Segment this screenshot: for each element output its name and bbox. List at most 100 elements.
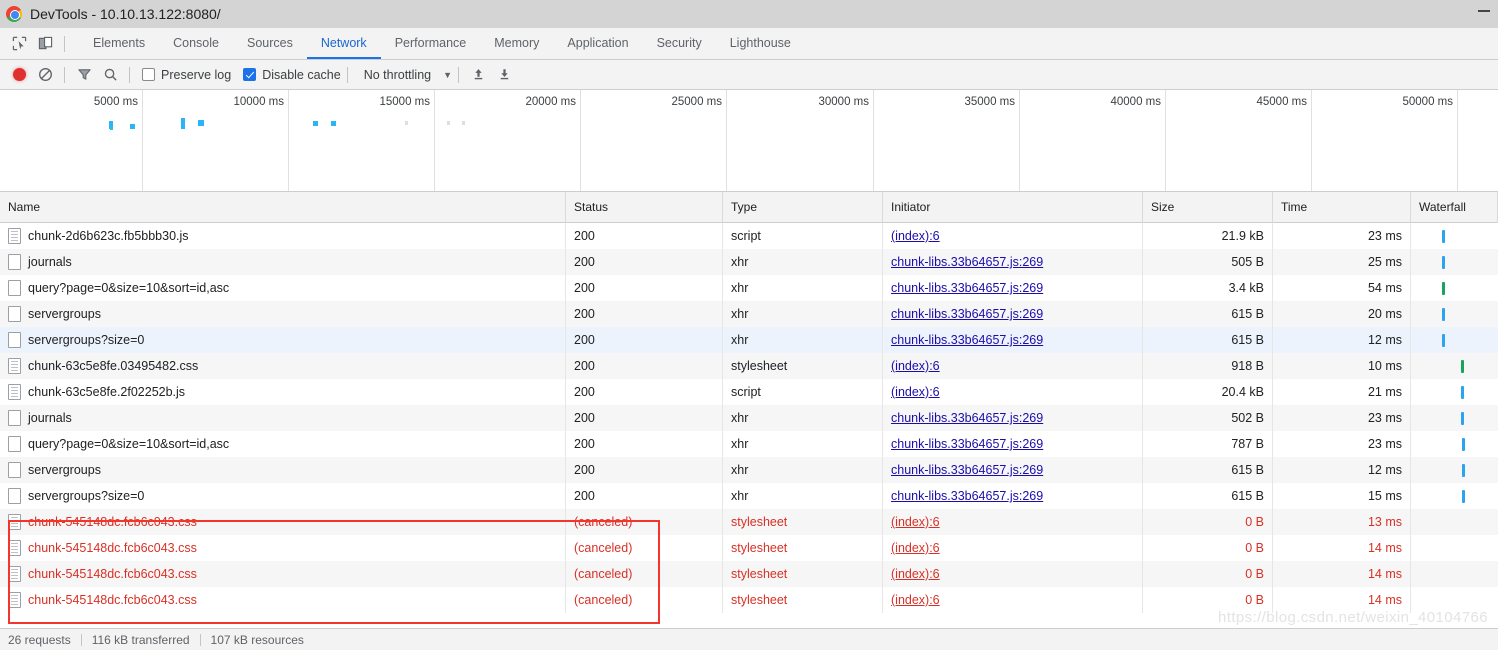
document-blank-icon (8, 280, 21, 296)
initiator-link[interactable]: (index):6 (891, 541, 940, 555)
cell-initiator: (index):6 (883, 561, 1143, 587)
cell-size-value: 0 B (1245, 515, 1264, 529)
table-row[interactable]: servergroups?size=0 200 xhr chunk-libs.33b6… (0, 327, 1498, 353)
cell-time: 21 ms (1273, 379, 1411, 405)
cell-type: xhr (723, 405, 883, 431)
device-toolbar-icon[interactable] (32, 31, 58, 57)
request-name: servergroups?size=0 (28, 489, 145, 503)
tab-sources[interactable]: Sources (233, 28, 307, 59)
initiator-link[interactable]: (index):6 (891, 385, 940, 399)
request-name: servergroups?size=0 (28, 333, 145, 347)
cell-time: 14 ms (1273, 535, 1411, 561)
waterfall-bar (1461, 386, 1464, 399)
disable-cache-checkbox[interactable]: Disable cache (243, 68, 341, 82)
preserve-log-label: Preserve log (161, 67, 232, 82)
cell-type-value: stylesheet (731, 359, 788, 373)
request-name: chunk-545148dc.fcb6c043.css (28, 567, 197, 581)
column-header-name[interactable]: Name (0, 191, 566, 223)
cell-status-value: (canceled) (574, 515, 633, 529)
timeline-tick-label: 20000 ms (525, 96, 576, 108)
waterfall-bar (1461, 412, 1464, 425)
cell-name: chunk-545148dc.fcb6c043.css (0, 587, 566, 613)
initiator-link[interactable]: chunk-libs.33b64657.js:269 (891, 463, 1043, 477)
cell-status: (canceled) (566, 587, 723, 613)
cell-time: 23 ms (1273, 431, 1411, 457)
table-row[interactable]: chunk-545148dc.fcb6c043.css (canceled) sty… (0, 535, 1498, 561)
search-icon[interactable] (97, 62, 123, 88)
waterfall-bar (1442, 256, 1445, 269)
table-row[interactable]: chunk-63c5e8fe.03495482.css 200 stylesheet… (0, 353, 1498, 379)
cell-type: script (723, 223, 883, 249)
document-lined-icon (8, 514, 21, 530)
initiator-link[interactable]: (index):6 (891, 567, 940, 581)
cell-name: query?page=0&size=10&sort=id,asc (0, 275, 566, 301)
tab-lighthouse[interactable]: Lighthouse (716, 28, 805, 59)
initiator-link[interactable]: chunk-libs.33b64657.js:269 (891, 489, 1043, 503)
table-row[interactable]: query?page=0&size=10&sort=id,asc 200 xhr ch… (0, 431, 1498, 457)
table-row[interactable]: chunk-545148dc.fcb6c043.css (canceled) sty… (0, 509, 1498, 535)
tabstrip-divider (64, 35, 65, 52)
table-row[interactable]: servergroups?size=0 200 xhr chunk-libs.33b6… (0, 483, 1498, 509)
initiator-link[interactable]: chunk-libs.33b64657.js:269 (891, 437, 1043, 451)
waterfall-bar (1461, 360, 1464, 373)
cell-type-value: xhr (731, 489, 749, 503)
throttling-select[interactable]: No throttling ▼ (364, 68, 452, 82)
initiator-link[interactable]: (index):6 (891, 515, 940, 529)
column-header-time[interactable]: Time (1273, 191, 1411, 223)
column-header-size[interactable]: Size (1143, 191, 1273, 223)
cell-initiator: (index):6 (883, 353, 1143, 379)
tab-network[interactable]: Network (306, 28, 381, 59)
cell-size: 615 B (1143, 483, 1273, 509)
cell-status: (canceled) (566, 509, 723, 535)
table-row[interactable]: servergroups 200 xhr chunk-libs.33b64657.js… (0, 301, 1498, 327)
column-header-initiator[interactable]: Initiator (883, 191, 1143, 223)
cell-size: 502 B (1143, 405, 1273, 431)
waterfall-bar (1462, 464, 1465, 477)
window-title: DevTools - 10.10.13.122:8080/ (30, 6, 221, 22)
transferred-size: 116 kB transferred (91, 632, 190, 647)
clear-icon[interactable] (32, 62, 58, 88)
table-row[interactable]: chunk-63c5e8fe.2f02252b.js 200 script (inde… (0, 379, 1498, 405)
tab-elements[interactable]: Elements (79, 28, 159, 59)
tab-security[interactable]: Security (643, 28, 716, 59)
cell-type: stylesheet (723, 353, 883, 379)
cell-size-value: 0 B (1245, 593, 1264, 607)
inspect-element-icon[interactable] (6, 31, 32, 57)
timeline-tick-cell: 35000 ms (874, 90, 1020, 191)
table-row[interactable]: journals 200 xhr chunk-libs.33b64657.js:269… (0, 249, 1498, 275)
request-count: 26 requests (8, 632, 71, 647)
minimize-icon[interactable] (1478, 10, 1490, 12)
initiator-link[interactable]: chunk-libs.33b64657.js:269 (891, 307, 1043, 321)
column-header-status[interactable]: Status (566, 191, 723, 223)
initiator-link[interactable]: (index):6 (891, 229, 940, 243)
export-har-icon[interactable] (491, 62, 517, 88)
timeline-request-mark (447, 121, 450, 125)
record-icon[interactable] (6, 62, 32, 88)
table-row[interactable]: servergroups 200 xhr chunk-libs.33b64657.js… (0, 457, 1498, 483)
tab-memory[interactable]: Memory (480, 28, 553, 59)
import-har-icon[interactable] (465, 62, 491, 88)
tab-application[interactable]: Application (553, 28, 642, 59)
table-row[interactable]: chunk-545148dc.fcb6c043.css (canceled) sty… (0, 561, 1498, 587)
initiator-link[interactable]: chunk-libs.33b64657.js:269 (891, 333, 1043, 347)
initiator-link[interactable]: chunk-libs.33b64657.js:269 (891, 255, 1043, 269)
column-header-type[interactable]: Type (723, 191, 883, 223)
filter-icon[interactable] (71, 62, 97, 88)
cell-time-value: 23 ms (1367, 437, 1402, 451)
column-header-waterfall[interactable]: Waterfall (1411, 191, 1498, 223)
initiator-link[interactable]: chunk-libs.33b64657.js:269 (891, 411, 1043, 425)
table-row[interactable]: chunk-2d6b623c.fb5bbb30.js 200 script (inde… (0, 223, 1498, 249)
cell-time: 14 ms (1273, 561, 1411, 587)
preserve-log-checkbox[interactable]: Preserve log (142, 68, 231, 82)
table-row[interactable]: chunk-545148dc.fcb6c043.css (canceled) sty… (0, 587, 1498, 613)
initiator-link[interactable]: (index):6 (891, 359, 940, 373)
initiator-link[interactable]: (index):6 (891, 593, 940, 607)
timeline-overview[interactable]: 5000 ms 10000 ms 15000 ms 20000 ms 25000 ms 3… (0, 90, 1498, 192)
cell-size-value: 0 B (1245, 541, 1264, 555)
table-row[interactable]: query?page=0&size=10&sort=id,asc 200 xhr ch… (0, 275, 1498, 301)
tab-console[interactable]: Console (159, 28, 233, 59)
cell-size: 615 B (1143, 301, 1273, 327)
initiator-link[interactable]: chunk-libs.33b64657.js:269 (891, 281, 1043, 295)
table-row[interactable]: journals 200 xhr chunk-libs.33b64657.js:269… (0, 405, 1498, 431)
tab-performance[interactable]: Performance (381, 28, 481, 59)
